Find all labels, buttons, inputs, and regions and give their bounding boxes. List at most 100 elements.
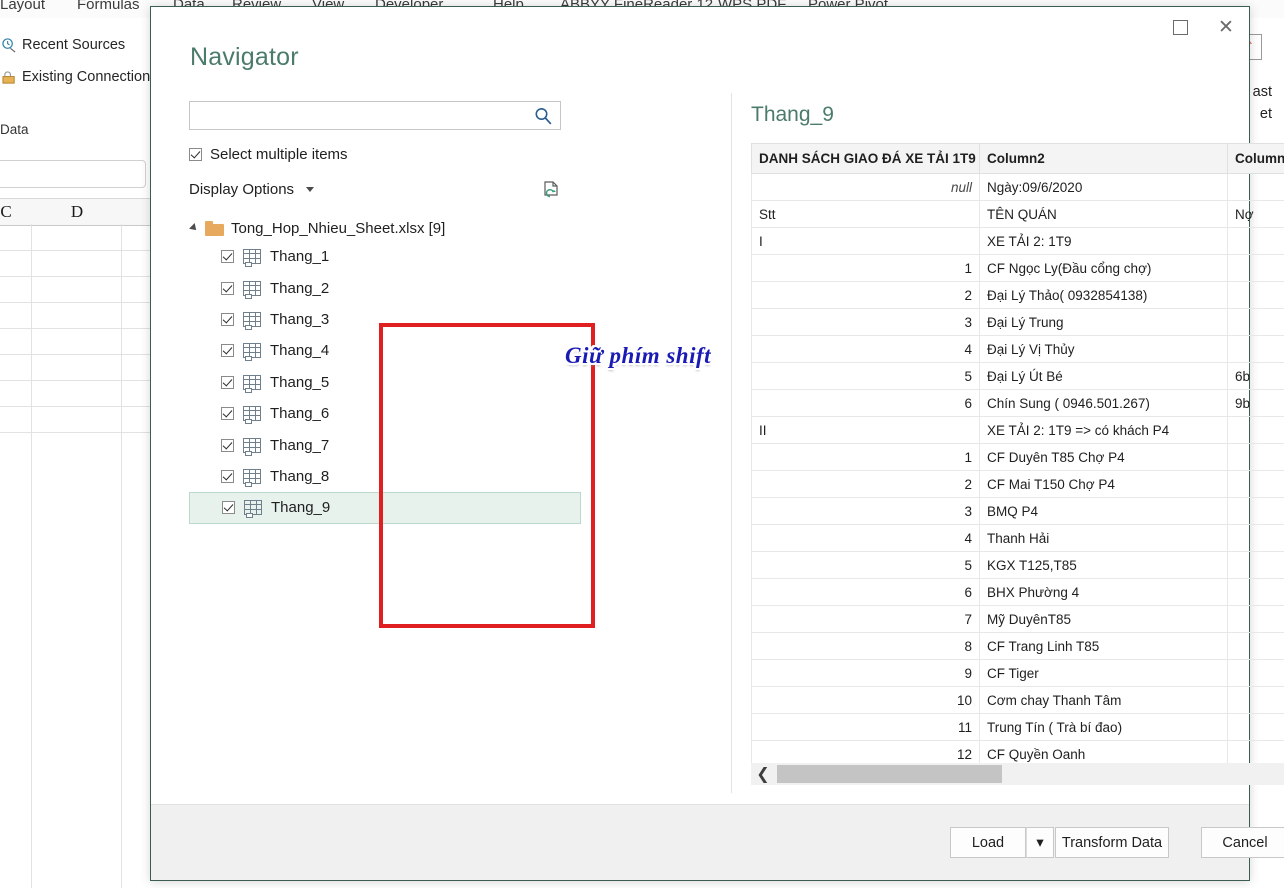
table-row[interactable]: IIXE TẢI 2: 1T9 => có khách P4null55X <box>752 417 1284 444</box>
table-cell: Thanh Hải <box>980 525 1228 552</box>
table-row[interactable]: 7Mỹ DuyênT85null1X <box>752 606 1284 633</box>
table-row[interactable]: 8CF Trang Linh T85null2X <box>752 633 1284 660</box>
table-cell: null <box>1228 525 1284 552</box>
existing-connections-label[interactable]: Existing Connections <box>22 69 157 85</box>
table-row[interactable]: SttTÊN QUÁNNợSL T <box>752 201 1284 228</box>
sheet-item-thang_6[interactable]: Thang_6 <box>189 398 581 429</box>
sheet-item-thang_2[interactable]: Thang_2 <box>189 272 581 303</box>
table-row[interactable]: nullNgày:09/6/2020null <box>752 174 1284 201</box>
table-row[interactable]: 2Đại Lý Thảo( 0932854138)null10V <box>752 282 1284 309</box>
load-button[interactable]: Load <box>950 827 1026 858</box>
table-cell: null <box>1228 579 1284 606</box>
table-row[interactable]: 11Trung Tín ( Trà bí đao)null1V <box>752 714 1284 741</box>
table-cell: 8 <box>752 633 980 660</box>
search-icon[interactable] <box>533 106 553 126</box>
preview-table: DANH SÁCH GIAO ĐÁ XE TẢI 1T9Column2Colum… <box>751 144 1284 764</box>
transform-data-button[interactable]: Transform Data <box>1055 827 1169 858</box>
close-button[interactable]: ✕ <box>1203 7 1249 47</box>
tree-root-workbook[interactable]: Tong_Hop_Nhieu_Sheet.xlsx [9] <box>189 215 581 241</box>
table-cell: null <box>1228 255 1284 282</box>
recent-sources-label[interactable]: Recent Sources <box>22 37 125 53</box>
source-tree: Tong_Hop_Nhieu_Sheet.xlsx [9] Thang_1Tha… <box>189 215 581 241</box>
sheet-item-thang_7[interactable]: Thang_7 <box>189 429 581 460</box>
table-cell: BHX Phường 4 <box>980 579 1228 606</box>
preview-table-container[interactable]: DANH SÁCH GIAO ĐÁ XE TẢI 1T9Column2Colum… <box>751 143 1284 764</box>
display-options-row[interactable]: Display Options <box>189 181 561 203</box>
display-options-label[interactable]: Display Options <box>189 181 294 198</box>
table-row[interactable]: 12CF Quyền Oanhnull2X <box>752 741 1284 765</box>
worksheet-icon <box>243 249 261 264</box>
sheet-item-thang_8[interactable]: Thang_8 <box>189 461 581 492</box>
table-cell: null <box>1228 336 1284 363</box>
table-row[interactable]: 1CF Ngọc Ly(Đầu cổng chợ)null12X <box>752 255 1284 282</box>
sheet-item-thang_3[interactable]: Thang_3 <box>189 304 581 335</box>
column-header-c[interactable]: C <box>0 198 32 226</box>
table-cell: CF Ngọc Ly(Đầu cổng chợ) <box>980 255 1228 282</box>
table-cell: 10 <box>752 687 980 714</box>
scroll-left-icon[interactable]: ❮ <box>751 763 775 785</box>
sheet-item-thang_9[interactable]: Thang_9 <box>189 492 581 523</box>
sheet-item-thang_5[interactable]: Thang_5 <box>189 367 581 398</box>
table-cell: null <box>1228 660 1284 687</box>
table-row[interactable]: 1CF Duyên T85 Chợ P4null3X <box>752 444 1284 471</box>
preview-column-header[interactable]: DANH SÁCH GIAO ĐÁ XE TẢI 1T9 <box>752 144 980 174</box>
table-row[interactable]: 10Cơm chay Thanh Tâmnull2V <box>752 687 1284 714</box>
sheet-checkbox[interactable] <box>221 282 234 295</box>
name-box[interactable] <box>0 160 146 188</box>
sheet-item-thang_4[interactable]: Thang_4 <box>189 335 581 366</box>
refresh-icon-left[interactable] <box>541 180 561 202</box>
column-header-e[interactable] <box>122 198 152 226</box>
sheet-checkbox[interactable] <box>221 313 234 326</box>
table-cell: Ngày:09/6/2020 <box>980 174 1228 201</box>
preview-column-header[interactable]: Column3 <box>1228 144 1284 174</box>
sheet-checkbox[interactable] <box>221 376 234 389</box>
table-row[interactable]: IXE TẢI 2: 1T9null49X <box>752 228 1284 255</box>
search-box[interactable] <box>189 101 561 130</box>
search-input[interactable] <box>196 106 520 128</box>
table-cell: 9b <box>1228 390 1284 417</box>
recent-sources-icon <box>2 38 17 53</box>
maximize-button[interactable] <box>1157 7 1203 47</box>
table-row[interactable]: 6Chín Sung ( 0946.501.267)9b1X; <box>752 390 1284 417</box>
sheet-item-thang_1[interactable]: Thang_1 <box>189 241 581 272</box>
chevron-down-icon[interactable] <box>306 187 314 192</box>
table-row[interactable]: 3Đại Lý Trungnull6X+ <box>752 309 1284 336</box>
table-row[interactable]: 2CF Mai T150 Chợ P4null4X <box>752 471 1284 498</box>
table-cell: Cơm chay Thanh Tâm <box>980 687 1228 714</box>
table-row[interactable]: 3BMQ P4null1V <box>752 498 1284 525</box>
worksheet-icon <box>243 375 261 390</box>
ribbon-tab-formulas[interactable]: Formulas <box>77 0 140 13</box>
load-dropdown-button[interactable]: ▾ <box>1026 827 1054 858</box>
table-cell: null <box>1228 741 1284 765</box>
worksheet-icon <box>243 438 261 453</box>
navigator-preview-pane: Thang_9 DANH SÁCH GIAO ĐÁ XE TẢI 1T9Colu… <box>751 93 1284 799</box>
table-row[interactable]: 4Thanh Hảinull2V <box>752 525 1284 552</box>
sheet-list: Thang_1Thang_2Thang_3Thang_4Thang_5Thang… <box>189 241 581 524</box>
ribbon-tab-layout[interactable]: Layout <box>0 0 45 13</box>
table-row[interactable]: 4Đại Lý Vị Thủynull30X <box>752 336 1284 363</box>
table-row[interactable]: 5Đại Lý Út Bé6b2V <box>752 363 1284 390</box>
select-multiple-items-row[interactable]: Select multiple items <box>189 146 348 163</box>
sheet-checkbox[interactable] <box>221 407 234 420</box>
horizontal-scroll-thumb[interactable] <box>777 765 1002 783</box>
table-cell: 5 <box>752 363 980 390</box>
sheet-item-label: Thang_2 <box>270 280 329 297</box>
select-multiple-items-checkbox[interactable] <box>189 148 202 161</box>
table-row[interactable]: 9CF Tigernull2X <box>752 660 1284 687</box>
table-row[interactable]: 5KGX T125,T85null3X; <box>752 552 1284 579</box>
preview-horizontal-scrollbar[interactable]: ❮ ❯ <box>751 763 1284 785</box>
worksheet-grid[interactable] <box>0 224 152 888</box>
table-cell: CF Quyền Oanh <box>980 741 1228 765</box>
sheet-checkbox[interactable] <box>221 250 234 263</box>
sheet-checkbox[interactable] <box>222 501 235 514</box>
sheet-checkbox[interactable] <box>221 470 234 483</box>
expand-triangle-icon[interactable] <box>189 223 199 233</box>
cancel-button[interactable]: Cancel <box>1201 827 1284 858</box>
sheet-item-label: Thang_1 <box>270 248 329 265</box>
sheet-checkbox[interactable] <box>221 344 234 357</box>
sheet-checkbox[interactable] <box>221 439 234 452</box>
table-row[interactable]: 6BHX Phường 4null140 <box>752 579 1284 606</box>
preview-column-header[interactable]: Column2 <box>980 144 1228 174</box>
column-header-d[interactable]: D <box>32 198 122 226</box>
table-cell: I <box>752 228 980 255</box>
